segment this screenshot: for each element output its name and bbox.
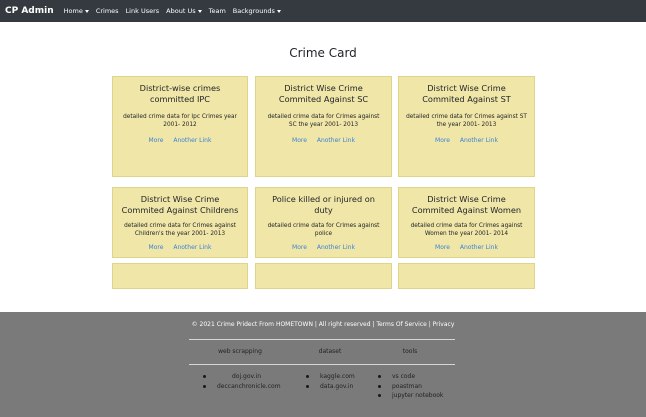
brand-logo[interactable]: CP Admin xyxy=(5,6,54,16)
another-link[interactable]: Another Link xyxy=(460,137,498,144)
card-text: detailed crime data for Crimes against p… xyxy=(267,223,380,237)
card-text: detailed crime data for Crimes against C… xyxy=(124,223,236,237)
crime-card-sc: District Wise Crime Commited Against SC … xyxy=(255,76,392,177)
crime-card-ipc: District-wise crimes committed IPC detai… xyxy=(112,76,248,177)
crime-card-partial xyxy=(255,263,392,289)
crime-card-st: District Wise Crime Commited Against ST … xyxy=(398,76,535,177)
footer-heading-tools: tools xyxy=(402,348,418,355)
another-link[interactable]: Another Link xyxy=(173,137,211,144)
nav-item-crimes[interactable]: Crimes xyxy=(96,7,119,15)
nav-item-link-users[interactable]: Link Users xyxy=(126,7,160,15)
list-item[interactable]: poastman xyxy=(378,382,458,392)
list-item[interactable]: vs code xyxy=(378,372,458,382)
nav-item-home[interactable]: Home xyxy=(64,7,89,15)
card-title: District Wise Crime Commited Against ST xyxy=(422,83,511,104)
more-link[interactable]: More xyxy=(292,244,307,251)
chevron-down-icon xyxy=(197,9,202,13)
footer-heading-web-scrapping: web scrapping xyxy=(218,348,262,355)
footer-list-dataset: kaggle.com data.gov.in xyxy=(306,372,376,391)
footer-divider xyxy=(189,339,455,340)
more-link[interactable]: More xyxy=(149,137,164,144)
another-link[interactable]: Another Link xyxy=(173,244,211,251)
list-item[interactable]: data.gov.in xyxy=(306,382,376,392)
card-text: detailed crime data for Crimes against S… xyxy=(267,114,380,128)
crime-card-police: Police killed or injured on duty detaile… xyxy=(255,187,392,258)
card-links: More Another Link xyxy=(263,137,384,144)
page-title: Crime Card xyxy=(289,46,357,60)
list-item[interactable]: doj.gov.in xyxy=(203,372,303,382)
footer-heading-dataset: dataset xyxy=(318,348,342,355)
card-links: More Another Link xyxy=(120,244,240,251)
chevron-down-icon xyxy=(276,9,281,13)
more-link[interactable]: More xyxy=(292,137,307,144)
footer-list-web-scrapping: doj.gov.in deccanchronicle.com xyxy=(203,372,303,391)
another-link[interactable]: Another Link xyxy=(317,137,355,144)
card-title: District Wise Crime Commited Against Chi… xyxy=(121,194,239,215)
list-item[interactable]: jupyter notebook xyxy=(378,391,458,401)
card-title: Police killed or injured on duty xyxy=(272,194,375,215)
top-navbar: CP Admin Home Crimes Link Users About Us… xyxy=(0,0,646,22)
footer: © 2021 Crime Pridect From HOMETOWN | All… xyxy=(0,312,646,417)
another-link[interactable]: Another Link xyxy=(460,244,498,251)
card-links: More Another Link xyxy=(406,137,527,144)
card-title: District Wise Crime Commited Against Wom… xyxy=(411,194,522,215)
nav-item-team[interactable]: Team xyxy=(209,7,226,15)
crime-card-partial xyxy=(398,263,535,289)
card-title: District Wise Crime Commited Against SC xyxy=(278,83,369,104)
more-link[interactable]: More xyxy=(435,137,450,144)
another-link[interactable]: Another Link xyxy=(317,244,355,251)
footer-copyright: © 2021 Crime Pridect From HOMETOWN | All… xyxy=(191,321,455,328)
crime-card-partial xyxy=(112,263,248,289)
chevron-down-icon xyxy=(84,9,89,13)
card-title: District-wise crimes committed IPC xyxy=(139,83,221,104)
crime-card-women: District Wise Crime Commited Against Wom… xyxy=(398,187,535,258)
more-link[interactable]: More xyxy=(149,244,164,251)
footer-divider xyxy=(189,364,455,365)
crime-card-childrens: District Wise Crime Commited Against Chi… xyxy=(112,187,248,258)
card-text: detailed crime data for Ipc Crimes year … xyxy=(123,114,237,128)
list-item[interactable]: kaggle.com xyxy=(306,372,376,382)
nav-item-about-us[interactable]: About Us xyxy=(166,7,202,15)
more-link[interactable]: More xyxy=(435,244,450,251)
card-links: More Another Link xyxy=(120,137,240,144)
card-text: detailed crime data for Crimes against S… xyxy=(406,114,527,128)
card-links: More Another Link xyxy=(263,244,384,251)
card-text: detailed crime data for Crimes against W… xyxy=(410,223,523,237)
list-item[interactable]: deccanchronicle.com xyxy=(203,382,303,392)
card-links: More Another Link xyxy=(406,244,527,251)
footer-list-tools: vs code poastman jupyter notebook xyxy=(378,372,458,401)
nav-item-backgrounds[interactable]: Backgrounds xyxy=(233,7,281,15)
